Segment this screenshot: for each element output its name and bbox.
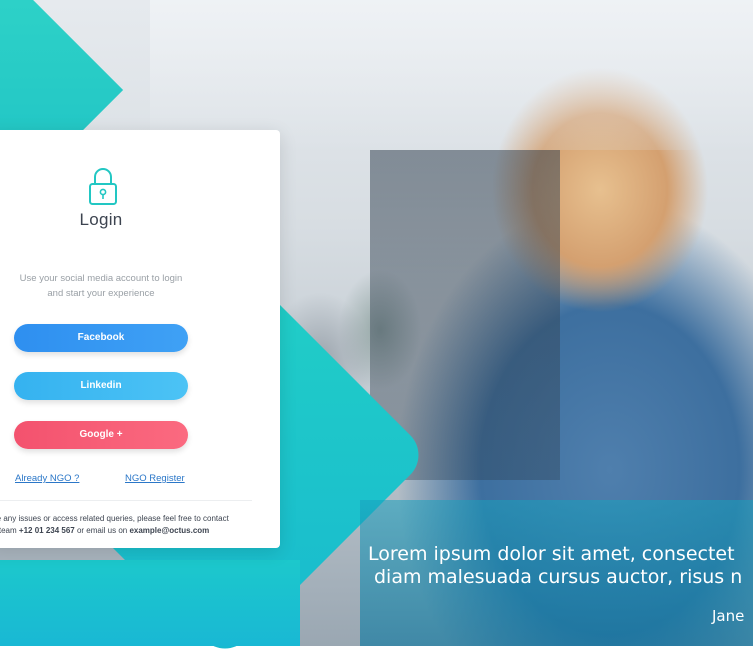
support-email[interactable]: example@octus.com (129, 526, 209, 535)
teal-decoration-bottom (0, 560, 300, 646)
ngo-register-link[interactable]: NGO Register (125, 473, 185, 484)
office-ceiling (150, 0, 753, 150)
quote-line-2: diam malesuada cursus auctor, risus n (374, 566, 743, 588)
quote-line-1: Lorem ipsum dolor sit amet, consectet (368, 543, 735, 565)
card-divider (0, 500, 252, 501)
linkedin-login-button[interactable]: Linkedin (14, 372, 188, 400)
already-ngo-link[interactable]: Already NGO ? (15, 473, 79, 484)
google-login-button[interactable]: Google + (14, 421, 188, 449)
support-phone: +12 01 234 567 (18, 526, 75, 535)
login-title: Login (79, 210, 123, 229)
lock-icon (88, 166, 118, 206)
support-line-1: re any issues or access related queries,… (0, 514, 229, 523)
subtitle-line-2: and start your experience (47, 288, 155, 299)
testimonial-quote: Lorem ipsum dolor sit amet, consectet di… (368, 543, 753, 589)
support-text: re any issues or access related queries,… (0, 513, 250, 537)
login-subtitle: Use your social media account to login a… (0, 271, 202, 301)
support-line-2-prefix: r team (0, 526, 17, 535)
support-line-2: r team +12 01 234 567 or email us on exa… (0, 525, 250, 537)
testimonial-author: Jane (712, 607, 745, 625)
support-line-2-middle: or email us on (74, 526, 130, 535)
subtitle-line-1: Use your social media account to login (19, 273, 183, 284)
facebook-login-button[interactable]: Facebook (14, 324, 188, 352)
